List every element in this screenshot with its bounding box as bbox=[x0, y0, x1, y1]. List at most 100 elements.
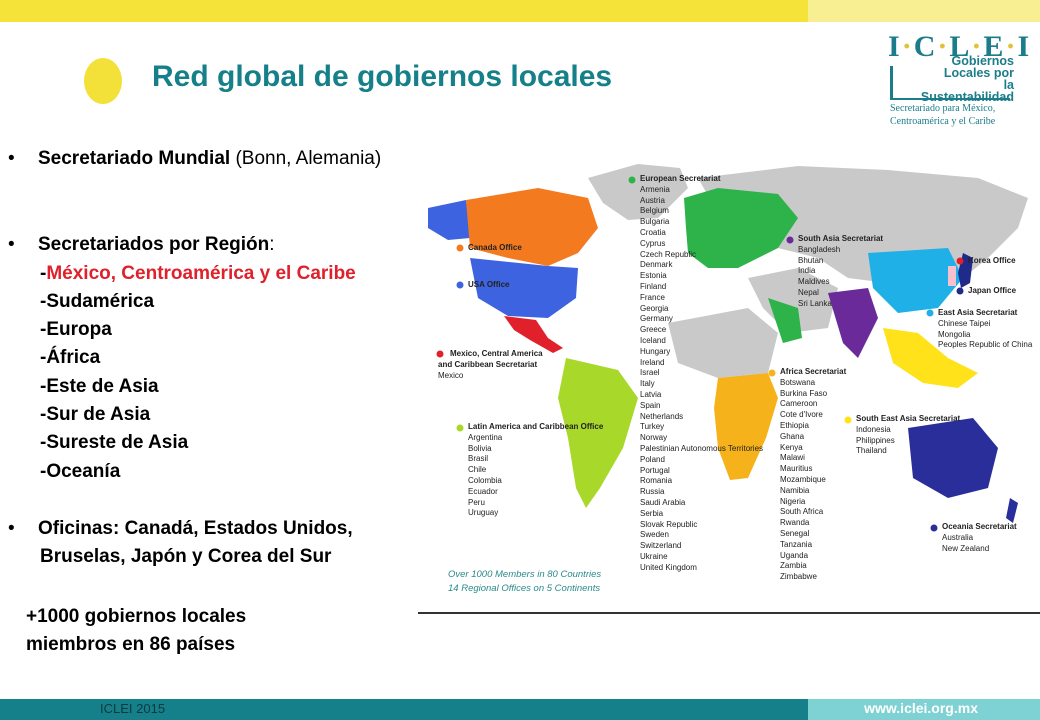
region-korea bbox=[948, 266, 956, 286]
region-new-zealand bbox=[1006, 498, 1018, 523]
bullet-marker: • bbox=[8, 518, 15, 539]
members-line-1: +1000 gobiernos locales bbox=[26, 606, 247, 627]
map-member-item: Australia bbox=[942, 532, 974, 542]
map-member-item: Botswana bbox=[780, 377, 816, 387]
map-member-item: Italy bbox=[640, 379, 655, 389]
region-item: -Oceanía bbox=[40, 461, 121, 482]
map-member-item: South Africa bbox=[780, 507, 824, 517]
map-member-item: Sweden bbox=[640, 530, 669, 540]
map-member-item: Ghana bbox=[780, 431, 805, 441]
map-member-item: Norway bbox=[640, 433, 668, 443]
region-item: -Europa bbox=[40, 319, 112, 340]
map-member-item: Russia bbox=[640, 487, 665, 497]
map-member-item: Ukraine bbox=[640, 551, 668, 561]
map-member-item: Uruguay bbox=[468, 508, 499, 518]
map-member-item: Turkey bbox=[640, 422, 665, 432]
map-member-item: Malawi bbox=[780, 453, 805, 463]
footer-url[interactable]: www.iclei.org.mx bbox=[864, 700, 978, 716]
map-member-item: Croatia bbox=[640, 227, 666, 237]
map-member-item: Mongolia bbox=[938, 329, 971, 339]
map-member-item: Slovak Republic bbox=[640, 519, 698, 529]
region-item: -Sudamérica bbox=[40, 291, 155, 312]
mexico-secretariat-legend-2: and Caribbean Secretariat Mexico bbox=[438, 360, 538, 380]
map-tagline: Over 1000 Members in 80 Countries 14 Reg… bbox=[448, 569, 602, 594]
region-mexico bbox=[504, 316, 563, 353]
map-member-item: Saudi Arabia bbox=[640, 497, 686, 507]
map-member-item: Brasil bbox=[468, 454, 489, 464]
map-member-item: Maldives bbox=[798, 277, 830, 287]
map-member-item: Chile bbox=[468, 465, 487, 475]
top-accent-bar bbox=[0, 0, 808, 22]
map-member-item: Austria bbox=[640, 195, 665, 205]
region-item: -Sur de Asia bbox=[40, 404, 151, 425]
map-member-item: Estonia bbox=[640, 271, 667, 281]
map-member-item: Peoples Republic of China bbox=[938, 340, 1033, 350]
offices-line-1: Oficinas: Canadá, Estados Unidos, bbox=[38, 518, 353, 539]
map-member-item: Bolivia bbox=[468, 443, 492, 453]
japan-office-label: Japan Office bbox=[968, 286, 1017, 295]
slide-title: Red global de gobiernos locales bbox=[152, 60, 613, 93]
regional-secretariats: Secretariados por Región: bbox=[38, 234, 275, 255]
map-member-item: Spain bbox=[640, 400, 661, 410]
map-member-item: Cyprus bbox=[640, 238, 666, 248]
offices-line-2: Bruselas, Japón y Corea del Sur bbox=[40, 546, 332, 567]
map-member-item: Finland bbox=[640, 281, 667, 291]
map-member-item: Poland bbox=[640, 454, 665, 464]
canada-office-label: Canada Office bbox=[468, 243, 522, 252]
members-line-2: miembros en 86 países bbox=[26, 634, 236, 655]
map-member-item: Chinese Taipei bbox=[938, 318, 991, 328]
iclei-logo: I·C·L·E·I Gobiernos Locales por la Suste… bbox=[884, 30, 1034, 130]
map-member-item: Kenya bbox=[780, 442, 803, 452]
map-member-item: Uganda bbox=[780, 550, 809, 560]
logo-tagline: Gobiernos Locales por la Sustentabilidad bbox=[920, 54, 1014, 104]
map-member-item: Bhutan bbox=[798, 255, 824, 265]
map-member-item: Argentina bbox=[468, 432, 503, 442]
map-member-item: Portugal bbox=[640, 465, 670, 475]
region-canada bbox=[466, 188, 598, 266]
map-member-item: Ecuador bbox=[468, 486, 498, 496]
map-member-item: Serbia bbox=[640, 508, 664, 518]
map-member-item: Thailand bbox=[856, 446, 887, 456]
map-member-item: Latvia bbox=[640, 389, 662, 399]
map-member-item: Namibia bbox=[780, 485, 810, 495]
map-member-item: Bangladesh bbox=[798, 244, 841, 254]
korea-office-label: Korea Office bbox=[968, 256, 1016, 265]
map-member-item: Sri Lanka bbox=[798, 298, 832, 308]
map-member-item: Colombia bbox=[468, 475, 502, 485]
world-map: European Secretariat Armenia Austria Belgi… bbox=[418, 158, 1040, 612]
map-member-item: Rwanda bbox=[780, 518, 810, 528]
map-member-item: Zambia bbox=[780, 561, 807, 571]
footer-label: ICLEI 2015 bbox=[100, 701, 166, 716]
map-member-item: Hungary bbox=[640, 346, 671, 356]
map-member-item: India bbox=[798, 266, 816, 276]
map-member-item: Georgia bbox=[640, 303, 669, 313]
map-baseline bbox=[418, 612, 1040, 614]
map-member-item: Switzerland bbox=[640, 541, 682, 551]
map-member-item: Mozambique bbox=[780, 474, 826, 484]
map-member-item: Czech Republic bbox=[640, 249, 697, 259]
east-asia-legend: East Asia Secretariat Chinese Taipei Mong… bbox=[938, 308, 1033, 350]
map-member-item: Greece bbox=[640, 325, 667, 335]
world-secretariat: Secretariado Mundial (Bonn, Alemania) bbox=[38, 148, 382, 169]
region-mexico: -México, Centroamérica y el Caribe bbox=[40, 263, 356, 284]
usa-office-label: USA Office bbox=[468, 280, 510, 289]
map-member-item: Ireland bbox=[640, 357, 665, 367]
map-member-item: Nepal bbox=[798, 287, 819, 297]
map-member-item: Germany bbox=[640, 314, 673, 324]
map-member-item: Mauritius bbox=[780, 464, 813, 474]
map-member-item: Senegal bbox=[780, 528, 810, 538]
map-member-item: Iceland bbox=[640, 335, 666, 345]
map-member-item: Bulgaria bbox=[640, 217, 670, 227]
map-member-item: Peru bbox=[468, 497, 485, 507]
map-member-item: United Kingdom bbox=[640, 562, 697, 572]
map-member-item: Philippines bbox=[856, 435, 895, 445]
map-member-item: Palestinian Autonomous Territories bbox=[640, 443, 764, 453]
logo-secretariat: Secretariado para México, Centroamérica … bbox=[890, 103, 996, 127]
map-member-item: Tanzania bbox=[780, 539, 813, 549]
map-member-item: Belgium bbox=[640, 206, 669, 216]
map-member-item: Armenia bbox=[640, 184, 670, 194]
bullet-marker: • bbox=[8, 234, 15, 255]
top-accent-bar-light bbox=[808, 0, 1040, 22]
latam-legend: Latin America and Caribbean Office Argen… bbox=[468, 422, 604, 518]
map-member-item: Burkina Faso bbox=[780, 388, 828, 398]
